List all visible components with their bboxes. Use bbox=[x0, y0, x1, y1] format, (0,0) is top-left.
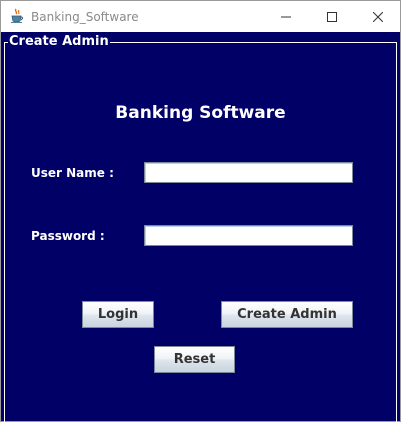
close-button[interactable] bbox=[355, 1, 401, 32]
reset-button[interactable]: Reset bbox=[154, 346, 235, 373]
password-label: Password : bbox=[31, 229, 105, 243]
create-admin-button[interactable]: Create Admin bbox=[221, 301, 353, 328]
maximize-icon bbox=[327, 11, 337, 22]
heading-text: Banking Software bbox=[115, 103, 286, 123]
content-pane: Create Admin Banking Software User Name … bbox=[1, 32, 400, 428]
app-heading: Banking Software bbox=[1, 102, 400, 124]
window-title: Banking_Software bbox=[31, 10, 139, 24]
close-icon bbox=[373, 11, 383, 22]
login-button[interactable]: Login bbox=[82, 301, 154, 328]
minimize-icon bbox=[281, 16, 291, 17]
minimize-button[interactable] bbox=[263, 1, 309, 32]
password-input[interactable] bbox=[144, 225, 353, 246]
username-input[interactable] bbox=[144, 162, 353, 183]
maximize-button[interactable] bbox=[309, 1, 355, 32]
group-title: Create Admin bbox=[8, 34, 110, 50]
username-label: User Name : bbox=[31, 166, 114, 180]
java-cup-icon bbox=[9, 8, 25, 24]
title-bar[interactable]: Banking_Software bbox=[1, 1, 400, 32]
application-window: Banking_Software Create Admin Banking So… bbox=[0, 0, 401, 428]
